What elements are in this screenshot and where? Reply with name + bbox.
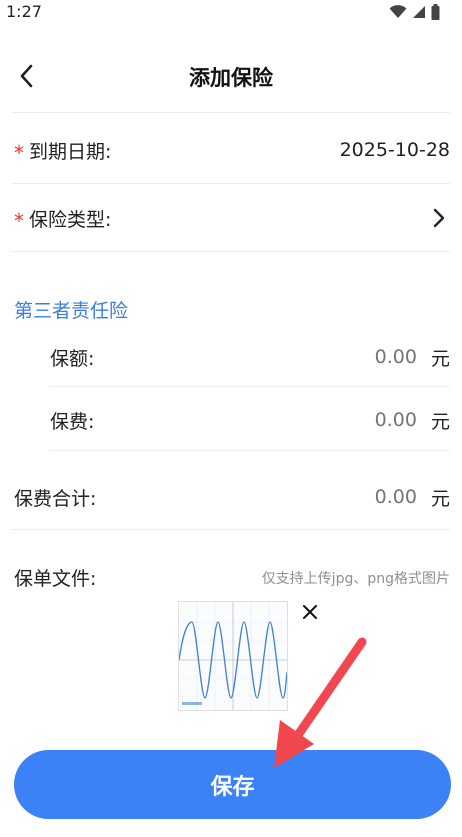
coverage-row: 保额: 元 [50,339,450,375]
expiry-date-row[interactable]: * 到期日期: 2025-10-28 [14,132,450,168]
divider [50,386,450,387]
premium-total-input[interactable] [296,486,417,508]
insurance-type-select[interactable] [428,205,450,231]
divider [12,183,450,184]
premium-total-unit: 元 [430,487,450,510]
coverage-label: 保额: [50,347,95,370]
policy-file-row: 保单文件: 仅支持上传jpg、png格式图片 [14,564,450,591]
save-button[interactable]: 保存 [14,750,451,819]
policy-file-label: 保单文件: [14,568,97,590]
expiry-date-label: 到期日期: [29,140,112,163]
coverage-unit: 元 [430,347,450,370]
status-icons [389,4,440,20]
divider [12,251,450,252]
divider [12,112,450,113]
app-bar: 添加保险 [0,50,462,102]
divider [50,450,450,451]
close-icon [303,605,317,619]
policy-file-hint: 仅支持上传jpg、png格式图片 [261,570,450,587]
required-mark: * [14,209,24,233]
chevron-right-icon [433,208,445,228]
premium-input[interactable] [296,409,417,431]
premium-label: 保费: [50,410,95,433]
coverage-input[interactable] [296,346,417,368]
status-bar: 1:27 [0,0,462,24]
required-mark: * [14,141,24,165]
insurance-type-label: 保险类型: [29,208,112,231]
premium-unit: 元 [430,410,450,433]
battery-icon [431,4,440,20]
signal-icon [413,6,425,18]
uploaded-image-preview [179,602,287,710]
divider [12,529,450,530]
expiry-date-value[interactable]: 2025-10-28 [340,139,450,161]
policy-file-thumbnail[interactable] [178,601,288,711]
premium-row: 保费: 元 [50,402,450,438]
wifi-icon [389,5,407,18]
page-title: 添加保险 [189,66,273,90]
premium-total-row: 保费合计: 元 [14,479,450,515]
premium-total-label: 保费合计: [14,487,97,510]
section-title-third-party: 第三者责任险 [14,300,129,322]
remove-image-button[interactable] [298,600,322,624]
insurance-type-row[interactable]: * 保险类型: [14,200,450,236]
status-time: 1:27 [6,2,42,21]
